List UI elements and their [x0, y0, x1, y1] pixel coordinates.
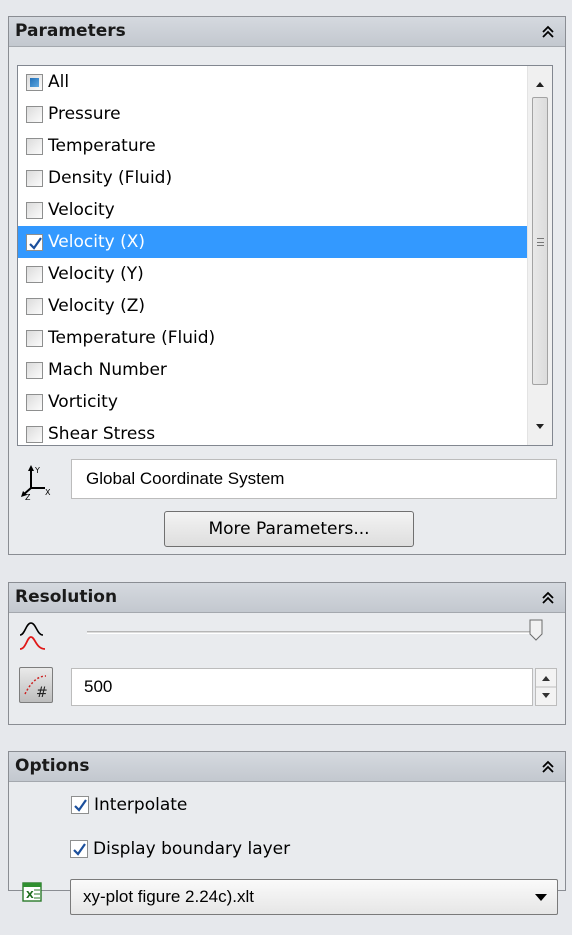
svg-text:X: X	[45, 488, 51, 497]
scroll-up-arrow-icon[interactable]	[528, 74, 552, 94]
collapse-double-chevron-icon[interactable]	[541, 25, 555, 39]
template-file-value: xy-plot figure 2.24c).xlt	[83, 887, 255, 906]
parameter-checkbox[interactable]	[26, 393, 43, 411]
parameter-item[interactable]: Velocity (Z)	[18, 290, 529, 322]
interpolate-checkbox[interactable]	[71, 796, 89, 814]
interpolate-option[interactable]: Interpolate	[71, 795, 187, 815]
resolution-panel: Resolution # 500	[8, 582, 566, 725]
parameters-list[interactable]: All Pressure Temperature Density (Fluid) Vel…	[17, 65, 553, 446]
checkmark-icon	[73, 843, 86, 856]
scrollbar-grip-icon	[537, 238, 544, 246]
options-header[interactable]: Options	[9, 752, 565, 782]
parameter-label: Vorticity	[48, 392, 118, 412]
resolution-slider-track[interactable]	[87, 631, 539, 634]
parameter-checkbox[interactable]	[26, 329, 43, 347]
svg-text:X: X	[26, 890, 34, 901]
scroll-down-arrow-icon[interactable]	[528, 417, 552, 437]
parameter-checkbox[interactable]	[26, 425, 43, 443]
parameter-item[interactable]: Temperature	[18, 130, 529, 162]
number-of-points-input[interactable]: 500	[71, 668, 533, 706]
parameter-item[interactable]: Density (Fluid)	[18, 162, 529, 194]
parameter-label: All	[48, 72, 70, 92]
points-hash-icon: #	[24, 675, 48, 701]
resolution-slider-thumb[interactable]	[529, 619, 543, 641]
parameters-title: Parameters	[15, 21, 126, 41]
number-of-points-icon[interactable]: #	[19, 667, 53, 703]
display-boundary-layer-checkbox[interactable]	[70, 840, 88, 858]
parameters-header[interactable]: Parameters	[9, 17, 565, 47]
parameters-list-items: All Pressure Temperature Density (Fluid) Vel…	[18, 66, 529, 445]
parameter-label: Velocity (Y)	[48, 264, 144, 284]
parameter-label: Density (Fluid)	[48, 168, 173, 188]
parameter-label: Mach Number	[48, 360, 167, 380]
parameter-item[interactable]: Vorticity	[18, 386, 529, 418]
svg-text:Z: Z	[25, 493, 31, 502]
points-spinner-icon[interactable]	[535, 668, 557, 706]
checkmark-icon	[74, 799, 87, 812]
parameter-item[interactable]: Pressure	[18, 98, 529, 130]
resolution-title: Resolution	[15, 587, 118, 607]
parameter-item[interactable]: All	[18, 66, 529, 98]
parameter-checkbox[interactable]	[26, 137, 43, 155]
options-title: Options	[15, 756, 90, 776]
parameter-item[interactable]: Velocity (Y)	[18, 258, 529, 290]
checkmark-icon	[29, 236, 42, 250]
resolution-header[interactable]: Resolution	[9, 583, 565, 613]
parameter-label: Velocity	[48, 200, 115, 220]
parameter-checkbox[interactable]	[26, 73, 43, 91]
parameter-label: Shear Stress	[48, 424, 156, 444]
more-parameters-button[interactable]: More Parameters...	[164, 511, 414, 547]
parameter-checkbox[interactable]	[26, 201, 43, 219]
parameter-label: Temperature	[48, 136, 156, 156]
parameter-checkbox[interactable]	[26, 169, 43, 187]
svg-text:Y: Y	[34, 466, 40, 475]
parameter-checkbox[interactable]	[26, 265, 43, 283]
interpolate-label: Interpolate	[94, 795, 188, 815]
chevron-down-icon	[535, 894, 547, 901]
collapse-double-chevron-icon[interactable]	[541, 591, 555, 605]
collapse-double-chevron-icon[interactable]	[541, 760, 555, 774]
svg-text:#: #	[36, 685, 48, 701]
resolution-curve-icon	[19, 622, 46, 650]
parameter-checkbox[interactable]	[26, 233, 43, 251]
parameter-checkbox[interactable]	[26, 297, 43, 315]
options-panel: Options Interpolate	[8, 751, 566, 891]
parameter-label: Pressure	[48, 104, 121, 124]
template-file-dropdown[interactable]: xy-plot figure 2.24c).xlt	[70, 879, 558, 915]
parameter-item[interactable]: Mach Number	[18, 354, 529, 386]
parameter-item[interactable]: Velocity	[18, 194, 529, 226]
parameter-item[interactable]: Velocity (X)	[18, 226, 529, 258]
display-boundary-layer-option[interactable]: Display boundary layer	[70, 839, 290, 859]
coordinate-system-icon: Y X Z	[21, 465, 51, 502]
parameter-checkbox[interactable]	[26, 105, 43, 123]
parameter-label: Velocity (X)	[48, 232, 146, 252]
parameter-label: Velocity (Z)	[48, 296, 146, 316]
coordinate-system-field[interactable]: Global Coordinate System	[71, 459, 557, 499]
display-boundary-layer-label: Display boundary layer	[93, 839, 291, 859]
parameter-item[interactable]: Shear Stress	[18, 418, 529, 445]
excel-template-icon: X	[22, 882, 42, 902]
parameters-panel: Parameters All Pressure Temperature Density…	[8, 16, 566, 555]
parameter-label: Temperature (Fluid)	[48, 328, 216, 348]
parameters-scrollbar[interactable]	[527, 66, 552, 445]
parameter-item[interactable]: Temperature (Fluid)	[18, 322, 529, 354]
scrollbar-thumb[interactable]	[532, 97, 548, 385]
parameter-checkbox[interactable]	[26, 361, 43, 379]
